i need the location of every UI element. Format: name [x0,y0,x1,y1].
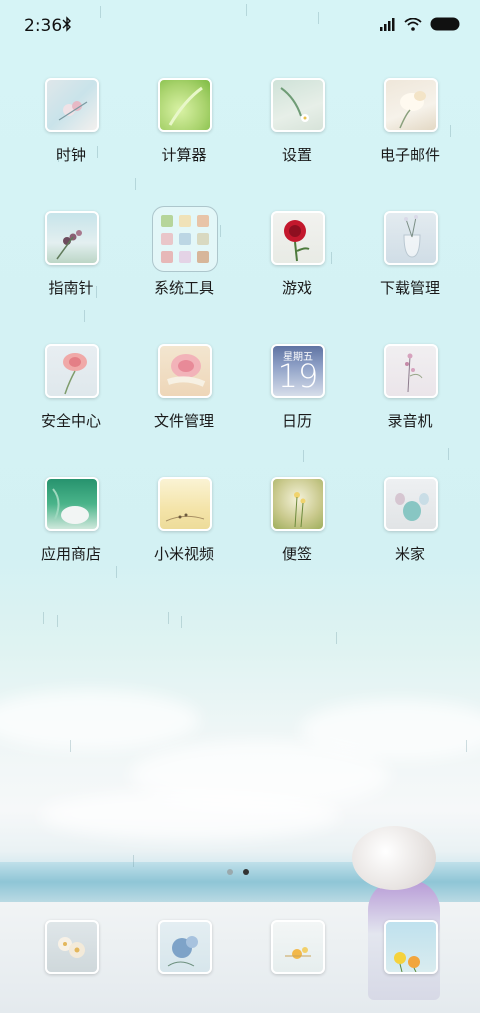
compass-icon [45,211,99,265]
folder-icon [152,206,218,272]
bluetooth-icon [62,16,71,32]
app-label: 小米视频 [153,545,214,563]
battery-icon [430,17,460,31]
recorder-icon [384,344,438,398]
calendar-icon: 星期五 19 [271,344,325,398]
rain-streak [466,740,467,752]
app-mi-video[interactable]: 小米视频 [129,477,239,587]
calendar-date: 19 [277,357,319,395]
app-label: 文件管理 [153,412,214,430]
video-icon [158,477,212,531]
dock-camera[interactable] [355,920,465,976]
wifi-icon [404,17,422,31]
email-icon [384,78,438,132]
app-security-center[interactable]: 安全中心 [16,344,126,454]
wallpaper-cloud [0,690,200,750]
app-settings[interactable]: 设置 [242,78,352,188]
rain-streak [133,855,134,867]
app-label: 安全中心 [40,412,101,430]
app-mijia[interactable]: 米家 [355,477,465,587]
app-label: 米家 [394,545,425,563]
app-notes[interactable]: 便签 [242,477,352,587]
app-recorder[interactable]: 录音机 [355,344,465,454]
app-compass[interactable]: 指南针 [16,211,126,321]
signal-icon [380,17,395,31]
app-label: 游戏 [281,279,312,297]
notes-icon [271,477,325,531]
app-file-manager[interactable]: 文件管理 [129,344,239,454]
rain-streak [70,740,71,752]
app-download-manager[interactable]: 下载管理 [355,211,465,321]
camera-icon [384,920,438,974]
app-calculator[interactable]: 计算器 [129,78,239,188]
app-clock[interactable]: 时钟 [16,78,126,188]
app-calendar[interactable]: 星期五 19 日历 [242,344,352,454]
browser-icon [271,920,325,974]
settings-icon [271,78,325,132]
app-games[interactable]: 游戏 [242,211,352,321]
app-email[interactable]: 电子邮件 [355,78,465,188]
file-manager-icon [158,344,212,398]
app-label: 系统工具 [153,279,214,297]
dock-browser[interactable] [242,920,352,976]
app-label: 录音机 [387,412,433,430]
app-label: 下载管理 [379,279,440,297]
wallpaper-girl-hat [352,826,436,890]
page-dot[interactable] [227,869,233,875]
app-label: 应用商店 [40,545,101,563]
app-label: 电子邮件 [379,146,440,164]
app-label: 时钟 [55,146,86,164]
app-label: 计算器 [161,146,207,164]
app-store-icon [45,477,99,531]
mijia-icon [384,477,438,531]
app-label: 设置 [281,146,312,164]
page-dot-active[interactable] [243,869,249,875]
dock-phone[interactable] [16,920,126,976]
messages-icon [158,920,212,974]
app-label: 便签 [281,545,312,563]
download-icon [384,211,438,265]
page-indicator[interactable] [227,869,249,875]
status-time: 2:36 [24,16,63,36]
app-label: 日历 [281,412,312,430]
dock-messages[interactable] [129,920,239,976]
security-icon [45,344,99,398]
rain-streak [168,612,169,624]
rain-streak [181,616,182,628]
clock-icon [45,78,99,132]
status-bar: 2:36 [0,0,480,52]
phone-icon [45,920,99,974]
calculator-icon [158,78,212,132]
rain-streak [43,612,44,624]
app-folder-system-tools[interactable]: 系统工具 [129,206,239,321]
rain-streak [57,615,58,627]
games-icon [271,211,325,265]
rain-streak [336,632,337,644]
app-label: 指南针 [48,279,94,297]
wallpaper-cloud [40,790,340,840]
app-store[interactable]: 应用商店 [16,477,126,587]
